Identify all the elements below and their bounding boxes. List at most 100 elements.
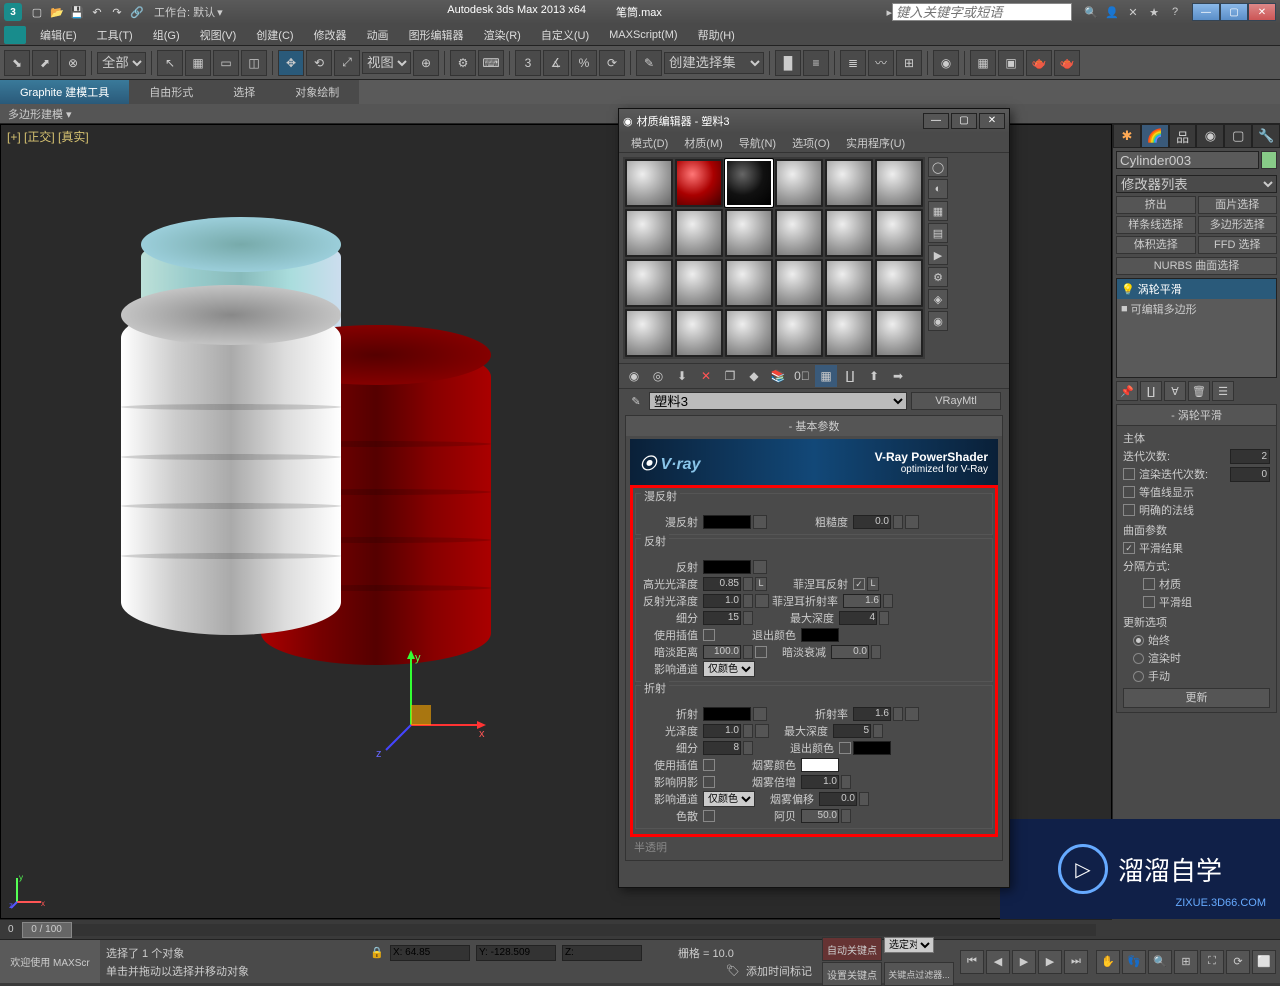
rendersetup-icon[interactable]: ▦ bbox=[970, 50, 996, 76]
slot-4[interactable] bbox=[775, 159, 823, 207]
maximize-button[interactable]: ▢ bbox=[1220, 3, 1248, 21]
menu-animation[interactable]: 动画 bbox=[357, 24, 399, 46]
coord-x[interactable] bbox=[390, 945, 470, 961]
radio-always[interactable] bbox=[1133, 635, 1144, 646]
menu-maxscript[interactable]: MAXScript(M) bbox=[599, 26, 687, 44]
basic-header[interactable]: - 基本参数 bbox=[626, 416, 1002, 436]
fog-color[interactable] bbox=[801, 758, 839, 772]
menu-help[interactable]: 帮助(H) bbox=[688, 24, 745, 46]
spinnersnap-icon[interactable]: ⟳ bbox=[599, 50, 625, 76]
signin-icon[interactable]: 👤 bbox=[1103, 3, 1121, 21]
selection-filter[interactable]: 全部 bbox=[97, 52, 146, 74]
material-icon[interactable]: ◉ bbox=[933, 50, 959, 76]
refr-glossy-map[interactable] bbox=[755, 724, 769, 738]
pan-icon[interactable]: ✋ bbox=[1096, 950, 1120, 974]
pivot-icon[interactable]: ⊕ bbox=[413, 50, 439, 76]
update-button[interactable]: 更新 bbox=[1123, 688, 1270, 708]
slot-22[interactable] bbox=[775, 309, 823, 357]
btn-splinesel[interactable]: 样条线选择 bbox=[1116, 216, 1196, 234]
chk-explicit[interactable] bbox=[1123, 504, 1135, 516]
chk-bysmg[interactable] bbox=[1143, 596, 1155, 608]
mat-menu-mode[interactable]: 模式(D) bbox=[623, 133, 676, 152]
show-map-icon[interactable]: ▦ bbox=[815, 365, 837, 387]
named-sel-set[interactable]: 创建选择集 bbox=[664, 52, 764, 74]
refr-affect-select[interactable]: 仅颜色 bbox=[703, 791, 755, 807]
menu-views[interactable]: 视图(V) bbox=[190, 24, 247, 46]
addtime-label[interactable]: 添加时间标记 bbox=[746, 963, 812, 979]
tab-display-icon[interactable]: ▢ bbox=[1224, 124, 1252, 148]
refl-affect-select[interactable]: 仅颜色 bbox=[703, 661, 755, 677]
reflect-map[interactable] bbox=[753, 560, 767, 574]
mat-menu-options[interactable]: 选项(O) bbox=[784, 133, 838, 152]
selectregion-icon[interactable]: ▭ bbox=[213, 50, 239, 76]
matid-icon[interactable]: 0⃣ bbox=[791, 365, 813, 387]
options-icon[interactable]: ⚙ bbox=[928, 267, 948, 287]
keyfilter-select[interactable]: 选定对 bbox=[884, 937, 934, 953]
selectname-icon[interactable]: ▦ bbox=[185, 50, 211, 76]
menu-customize[interactable]: 自定义(U) bbox=[531, 24, 599, 46]
mat-minimize[interactable]: — bbox=[923, 113, 949, 129]
sample-type-icon[interactable]: ◯ bbox=[928, 157, 948, 177]
editnamed-icon[interactable]: ✎ bbox=[636, 50, 662, 76]
chk-fresnel[interactable] bbox=[853, 578, 865, 590]
refract-map[interactable] bbox=[753, 707, 767, 721]
chk-affect-shadow[interactable] bbox=[703, 776, 715, 788]
chk-dispersion[interactable] bbox=[703, 810, 715, 822]
time-thumb[interactable]: 0 / 100 bbox=[22, 922, 72, 938]
minimize-button[interactable]: — bbox=[1192, 3, 1220, 21]
slot-19[interactable] bbox=[625, 309, 673, 357]
refr-subdivs[interactable]: 8 bbox=[703, 741, 741, 755]
sample-uv-icon[interactable]: ▤ bbox=[928, 223, 948, 243]
btn-patchsel[interactable]: 面片选择 bbox=[1198, 196, 1278, 214]
slot-12[interactable] bbox=[875, 209, 923, 257]
mat-menu-material[interactable]: 材质(M) bbox=[676, 133, 731, 152]
scale-icon[interactable]: ⤢ bbox=[334, 50, 360, 76]
tab-paint[interactable]: 对象绘制 bbox=[275, 80, 359, 104]
diffuse-map[interactable] bbox=[753, 515, 767, 529]
next-frame-icon[interactable]: ▶ bbox=[1038, 950, 1062, 974]
align-icon[interactable]: ≡ bbox=[803, 50, 829, 76]
tab-selection[interactable]: 选择 bbox=[213, 80, 275, 104]
move-icon[interactable]: ✥ bbox=[278, 50, 304, 76]
show-end-icon[interactable]: ∐ bbox=[1140, 381, 1162, 401]
timetag-icon[interactable]: 🏷 bbox=[726, 964, 740, 977]
tab-freeform[interactable]: 自由形式 bbox=[129, 80, 213, 104]
ref-coord-system[interactable]: 视图 bbox=[362, 52, 411, 74]
slot-6[interactable] bbox=[875, 159, 923, 207]
viewport-label[interactable]: [+] [正交] [真实] bbox=[7, 128, 89, 145]
material-name-input[interactable]: 塑料3 bbox=[649, 392, 907, 410]
slot-16[interactable] bbox=[775, 259, 823, 307]
abbe-spinner[interactable]: 50.0 bbox=[801, 809, 839, 823]
app-menu-icon[interactable] bbox=[4, 26, 26, 44]
radio-render[interactable] bbox=[1133, 653, 1144, 664]
backlight-icon[interactable]: ◐ bbox=[928, 179, 948, 199]
lock-l[interactable]: L bbox=[755, 577, 767, 591]
fogbias-spinner[interactable]: 0.0 bbox=[819, 792, 857, 806]
anglesnap-icon[interactable]: ∡ bbox=[543, 50, 569, 76]
slot-8[interactable] bbox=[675, 209, 723, 257]
curve-icon[interactable]: 〰 bbox=[868, 50, 894, 76]
slot-5[interactable] bbox=[825, 159, 873, 207]
slot-14[interactable] bbox=[675, 259, 723, 307]
slot-3[interactable] bbox=[725, 159, 773, 207]
chk-refr-exit[interactable] bbox=[839, 742, 851, 754]
tab-graphite[interactable]: Graphite 建模工具 bbox=[0, 80, 129, 104]
put-to-scene-icon[interactable]: ◎ bbox=[647, 365, 669, 387]
slot-17[interactable] bbox=[825, 259, 873, 307]
prev-frame-icon[interactable]: ◀ bbox=[986, 950, 1010, 974]
window-crossing-icon[interactable]: ◫ bbox=[241, 50, 267, 76]
fior-spinner[interactable]: 1.6 bbox=[843, 594, 881, 608]
renderiter-icon[interactable]: 🫖 bbox=[1054, 50, 1080, 76]
bind-icon[interactable]: ⊗ bbox=[60, 50, 86, 76]
tab-hierarchy-icon[interactable]: 品 bbox=[1169, 124, 1197, 148]
link-icon[interactable]: 🔗 bbox=[128, 3, 146, 21]
ior-map[interactable] bbox=[905, 707, 919, 721]
fogmult-spinner[interactable]: 1.0 bbox=[801, 775, 839, 789]
radio-manual[interactable] bbox=[1133, 671, 1144, 682]
reset-icon[interactable]: ✕ bbox=[695, 365, 717, 387]
search-input[interactable] bbox=[892, 3, 1072, 21]
save-icon[interactable]: 💾 bbox=[68, 3, 86, 21]
renderprod-icon[interactable]: 🫖 bbox=[1026, 50, 1052, 76]
ior-spinner[interactable]: 1.6 bbox=[853, 707, 891, 721]
move-gizmo-icon[interactable]: y x z bbox=[371, 645, 491, 765]
